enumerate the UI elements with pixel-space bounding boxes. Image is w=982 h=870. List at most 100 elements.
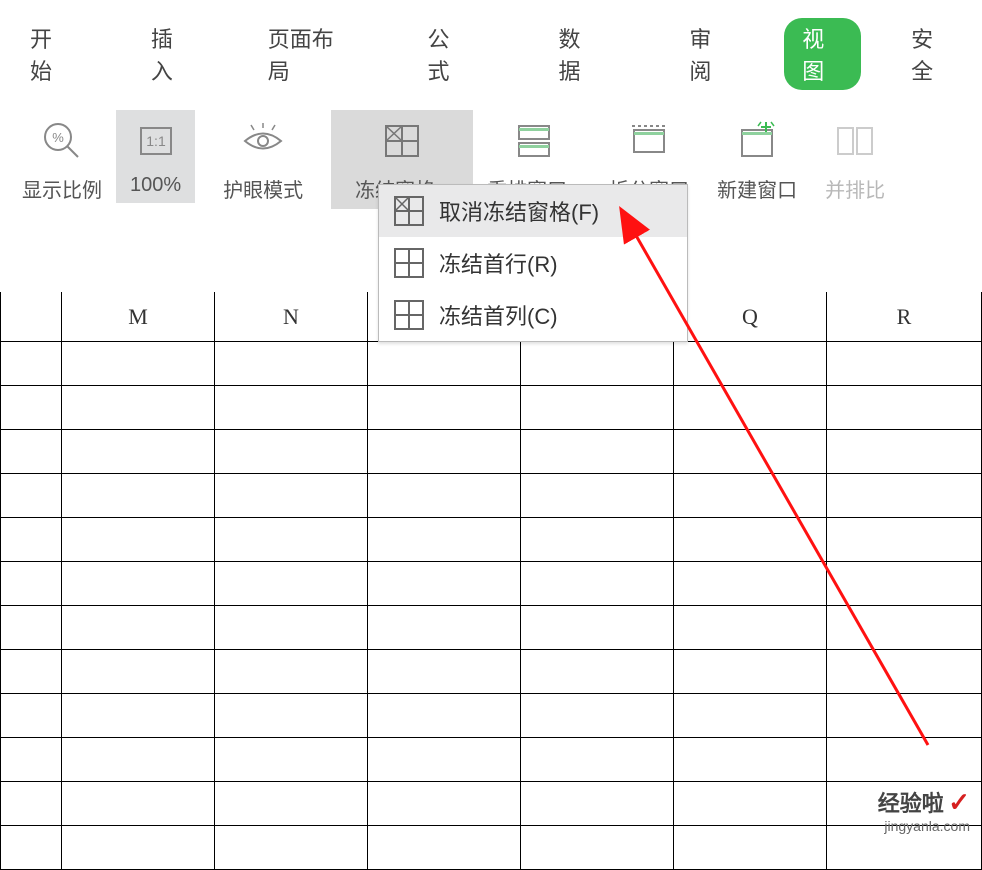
cell[interactable] xyxy=(215,694,368,738)
cell[interactable] xyxy=(215,474,368,518)
cell[interactable] xyxy=(368,474,521,518)
cell[interactable] xyxy=(827,826,982,870)
row-header[interactable] xyxy=(0,518,62,562)
new-window-button[interactable]: 新建窗口 xyxy=(703,110,811,209)
cell[interactable] xyxy=(674,826,827,870)
row-header[interactable] xyxy=(0,386,62,430)
cell[interactable] xyxy=(62,694,215,738)
cell[interactable] xyxy=(827,650,982,694)
cell[interactable] xyxy=(674,650,827,694)
cell[interactable] xyxy=(827,474,982,518)
menu-item-unfreeze[interactable]: 取消冻结窗格(F) xyxy=(379,185,687,237)
cell[interactable] xyxy=(674,518,827,562)
cell[interactable] xyxy=(674,386,827,430)
cell[interactable] xyxy=(368,430,521,474)
row-header[interactable] xyxy=(0,826,62,870)
tab-start[interactable]: 开始 xyxy=(10,16,91,92)
cell[interactable] xyxy=(521,826,674,870)
cell[interactable] xyxy=(674,562,827,606)
cell[interactable] xyxy=(368,386,521,430)
cell[interactable] xyxy=(62,474,215,518)
row-header[interactable] xyxy=(0,738,62,782)
cell[interactable] xyxy=(827,606,982,650)
spreadsheet-grid[interactable]: M N Q R xyxy=(0,292,982,870)
row-header[interactable] xyxy=(0,606,62,650)
tab-review[interactable]: 审阅 xyxy=(669,16,750,92)
cell[interactable] xyxy=(674,782,827,826)
cell[interactable] xyxy=(674,474,827,518)
cell[interactable] xyxy=(827,342,982,386)
cell[interactable] xyxy=(62,342,215,386)
tab-view[interactable]: 视图 xyxy=(784,18,861,90)
cell[interactable] xyxy=(62,606,215,650)
cell[interactable] xyxy=(521,738,674,782)
eye-protection-button[interactable]: 护眼模式 xyxy=(195,110,331,209)
cell[interactable] xyxy=(827,738,982,782)
cell[interactable] xyxy=(368,738,521,782)
menu-item-freeze-first-col[interactable]: 冻结首列(C) xyxy=(379,289,687,341)
row-header[interactable] xyxy=(0,342,62,386)
cell[interactable] xyxy=(215,782,368,826)
column-header-m[interactable]: M xyxy=(62,292,215,342)
cell[interactable] xyxy=(62,650,215,694)
cell[interactable] xyxy=(521,430,674,474)
cell[interactable] xyxy=(674,606,827,650)
cell[interactable] xyxy=(215,342,368,386)
cell[interactable] xyxy=(521,562,674,606)
cell[interactable] xyxy=(521,342,674,386)
cell[interactable] xyxy=(62,562,215,606)
column-header-q[interactable]: Q xyxy=(674,292,827,342)
cell[interactable] xyxy=(62,782,215,826)
cell[interactable] xyxy=(62,518,215,562)
cell[interactable] xyxy=(215,738,368,782)
cell[interactable] xyxy=(674,694,827,738)
cell[interactable] xyxy=(62,738,215,782)
cell[interactable] xyxy=(521,474,674,518)
row-header[interactable] xyxy=(0,430,62,474)
zoom-ratio-button[interactable]: % 显示比例 xyxy=(8,110,116,209)
tab-formula[interactable]: 公式 xyxy=(408,16,489,92)
cell[interactable] xyxy=(521,518,674,562)
cell[interactable] xyxy=(827,430,982,474)
cell[interactable] xyxy=(215,826,368,870)
cell[interactable] xyxy=(674,342,827,386)
row-header[interactable] xyxy=(0,474,62,518)
cell[interactable] xyxy=(674,430,827,474)
cell[interactable] xyxy=(521,606,674,650)
zoom-100-button[interactable]: 1:1 100% xyxy=(116,110,195,203)
cell[interactable] xyxy=(368,342,521,386)
cell[interactable] xyxy=(368,518,521,562)
cell[interactable] xyxy=(368,606,521,650)
cell[interactable] xyxy=(215,650,368,694)
cell[interactable] xyxy=(674,738,827,782)
corner-header[interactable] xyxy=(0,292,62,342)
column-header-n[interactable]: N xyxy=(215,292,368,342)
cell[interactable] xyxy=(827,386,982,430)
tab-data[interactable]: 数据 xyxy=(538,16,619,92)
cell[interactable] xyxy=(827,694,982,738)
cell[interactable] xyxy=(368,782,521,826)
cell[interactable] xyxy=(521,694,674,738)
cell[interactable] xyxy=(827,518,982,562)
cell[interactable] xyxy=(368,650,521,694)
row-header[interactable] xyxy=(0,694,62,738)
row-header[interactable] xyxy=(0,650,62,694)
cell[interactable] xyxy=(215,562,368,606)
cell[interactable] xyxy=(62,386,215,430)
row-header[interactable] xyxy=(0,782,62,826)
cell[interactable] xyxy=(521,782,674,826)
menu-item-freeze-top-row[interactable]: 冻结首行(R) xyxy=(379,237,687,289)
cell[interactable] xyxy=(827,782,982,826)
cell[interactable] xyxy=(368,694,521,738)
cell[interactable] xyxy=(368,562,521,606)
tab-security[interactable]: 安全 xyxy=(891,16,972,92)
cell[interactable] xyxy=(215,430,368,474)
tab-page-layout[interactable]: 页面布局 xyxy=(248,16,370,92)
column-header-r[interactable]: R xyxy=(827,292,982,342)
cell[interactable] xyxy=(521,650,674,694)
cell[interactable] xyxy=(215,518,368,562)
tab-insert[interactable]: 插入 xyxy=(131,16,212,92)
cell[interactable] xyxy=(368,826,521,870)
cell[interactable] xyxy=(521,386,674,430)
row-header[interactable] xyxy=(0,562,62,606)
